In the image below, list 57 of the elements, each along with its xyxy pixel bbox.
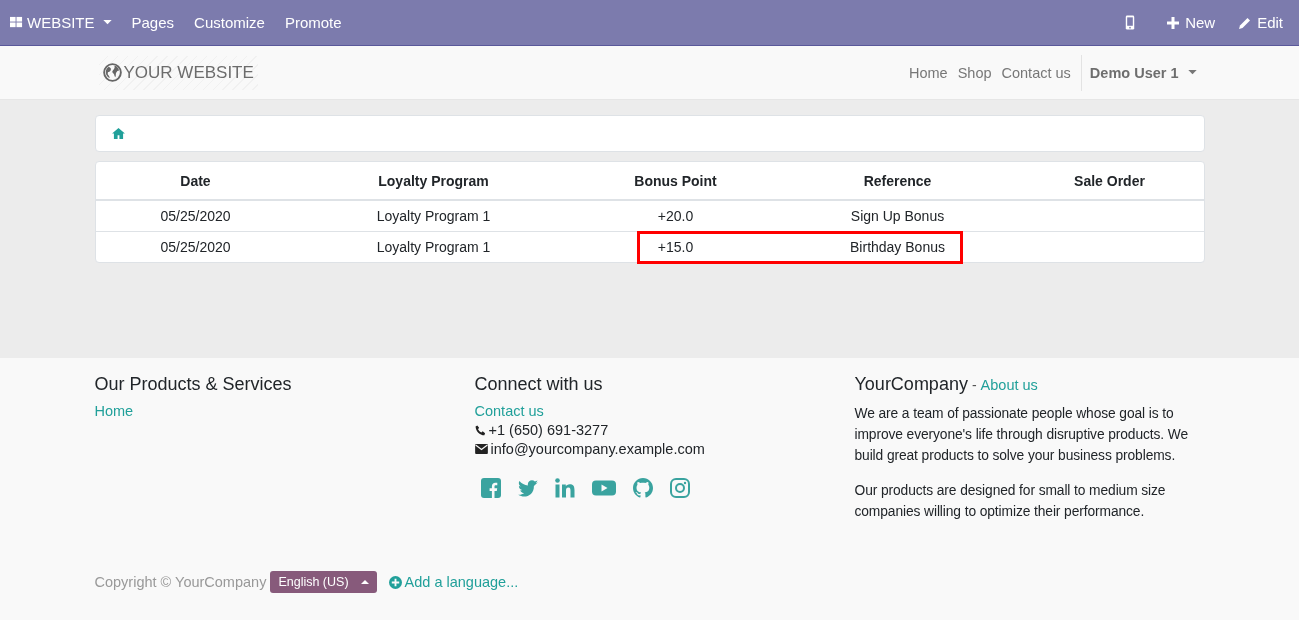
table-cell-text: +15.0	[656, 238, 695, 257]
email-address: info@yourcompany.example.com	[490, 441, 705, 457]
grid-icon	[10, 16, 23, 29]
phone-icon	[474, 424, 486, 436]
caret-icon	[360, 579, 369, 585]
section-heading: Connect with us	[474, 374, 603, 395]
edit-button[interactable]: Edit	[1227, 0, 1295, 45]
user-menu[interactable]: Demo User 1	[1080, 54, 1205, 91]
nav-link[interactable]: Contact us	[996, 64, 1076, 81]
phone-icon	[1125, 15, 1136, 30]
table-cell-text: 05/25/2020	[159, 207, 232, 226]
column-header: Sale Order	[1073, 171, 1146, 191]
facebook-icon[interactable]	[480, 478, 501, 498]
paragraph: Our products are designed for small to medium size companies willing to optimize their performance.	[854, 482, 1167, 521]
table-cell-text: +20.0	[656, 207, 695, 226]
video-play-icon[interactable]	[591, 478, 616, 498]
footer-link[interactable]: Home	[94, 403, 134, 419]
column-header: Bonus Point	[633, 171, 718, 191]
camera-icon[interactable]	[669, 478, 690, 498]
envelope-icon	[474, 444, 488, 454]
logo[interactable]: YOUR WEBSITE	[98, 55, 258, 90]
contact-link[interactable]: Contact us	[474, 403, 544, 419]
table-cell-text: Sign Up Bonus	[849, 207, 946, 226]
plus-circle-icon	[388, 575, 402, 589]
table-cell-text: Birthday Bonus	[849, 238, 946, 257]
about-link[interactable]: About us	[980, 377, 1038, 393]
separator: -	[971, 377, 977, 393]
copyright-text: Copyright © YourCompany	[94, 574, 267, 590]
table-cell-text: Loyalty Program 1	[375, 238, 492, 257]
table-cell-text: Loyalty Program 1	[375, 207, 492, 226]
section-heading: Our Products & Services	[94, 374, 292, 395]
website-menu-button[interactable]: WEBSITE	[2, 0, 122, 45]
menu-item[interactable]: Customize	[184, 0, 275, 45]
column-header: Reference	[862, 171, 933, 191]
column-header: Date	[179, 171, 212, 191]
plus-icon	[1167, 16, 1180, 29]
bird-icon[interactable]	[517, 478, 538, 498]
language-selector[interactable]: English (US)	[270, 571, 377, 593]
home-icon	[111, 128, 125, 139]
nav-link[interactable]: Home	[903, 64, 953, 81]
menu-item[interactable]: Pages	[121, 0, 185, 45]
paragraph: We are a team of passionate people whose goal is to improve everyone's life through disruptive products. We build great products to solve your business problems.	[854, 405, 1190, 465]
menu-item[interactable]: Promote	[274, 0, 352, 45]
caret-icon	[1187, 70, 1197, 75]
pencil-icon	[1239, 16, 1252, 29]
add-language-link[interactable]: Add a language...	[388, 574, 519, 590]
nav-link[interactable]: Shop	[952, 64, 997, 81]
column-header: Loyalty Program	[377, 171, 490, 191]
company-name: YourCompany	[854, 374, 968, 395]
table-cell-text: 05/25/2020	[159, 238, 232, 257]
caret-icon	[102, 20, 112, 25]
new-button[interactable]: New	[1155, 0, 1228, 45]
linkedin-icon[interactable]	[554, 478, 575, 498]
globe-icon	[102, 63, 122, 82]
cat-icon[interactable]	[632, 478, 653, 498]
home-link[interactable]	[111, 128, 125, 139]
phone-number: +1 (650) 691-3277	[488, 422, 609, 438]
